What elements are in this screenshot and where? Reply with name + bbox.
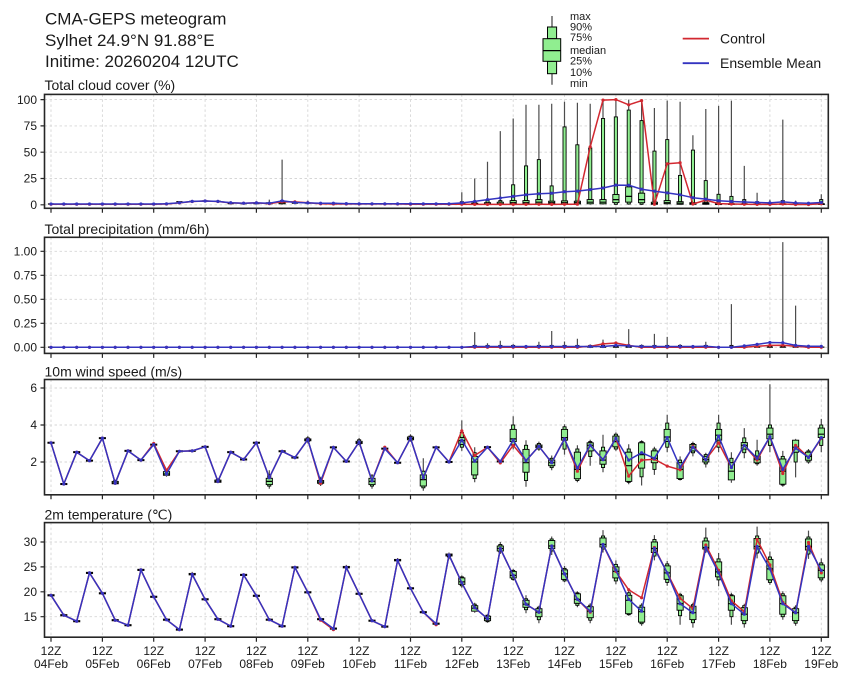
svg-text:16Feb: 16Feb: [650, 657, 684, 671]
svg-text:CMA-GEPS meteogram: CMA-GEPS meteogram: [45, 9, 226, 28]
svg-text:07Feb: 07Feb: [188, 657, 222, 671]
svg-text:12Z: 12Z: [708, 644, 729, 658]
svg-text:100: 100: [17, 93, 37, 107]
svg-text:12Z: 12Z: [246, 644, 267, 658]
svg-text:06Feb: 06Feb: [137, 657, 171, 671]
svg-text:12Z: 12Z: [41, 644, 62, 658]
svg-text:0.25: 0.25: [14, 317, 38, 331]
svg-text:12Feb: 12Feb: [445, 657, 479, 671]
svg-text:19Feb: 19Feb: [804, 657, 838, 671]
svg-text:Total cloud cover (%): Total cloud cover (%): [45, 77, 176, 93]
svg-text:09Feb: 09Feb: [291, 657, 325, 671]
svg-text:0.00: 0.00: [14, 341, 38, 355]
svg-text:75%: 75%: [570, 32, 592, 44]
svg-text:25: 25: [24, 560, 38, 574]
svg-text:10m wind speed (m/s): 10m wind speed (m/s): [45, 363, 183, 379]
svg-text:12Z: 12Z: [606, 644, 627, 658]
svg-text:2: 2: [30, 455, 37, 469]
svg-text:10Feb: 10Feb: [342, 657, 376, 671]
svg-text:05Feb: 05Feb: [85, 657, 119, 671]
svg-text:12Z: 12Z: [451, 644, 472, 658]
svg-text:Total precipitation (mm/6h): Total precipitation (mm/6h): [45, 221, 210, 237]
svg-text:12Z: 12Z: [554, 644, 575, 658]
svg-text:12Z: 12Z: [657, 644, 678, 658]
svg-text:Ensemble Mean: Ensemble Mean: [720, 55, 821, 71]
svg-text:Sylhet 24.9°N 91.88°E: Sylhet 24.9°N 91.88°E: [45, 31, 215, 50]
svg-text:50: 50: [24, 145, 38, 159]
svg-text:min: min: [570, 78, 588, 90]
svg-text:25%: 25%: [570, 56, 592, 68]
svg-text:12Z: 12Z: [811, 644, 832, 658]
svg-text:17Feb: 17Feb: [702, 657, 736, 671]
svg-text:04Feb: 04Feb: [34, 657, 68, 671]
svg-text:12Z: 12Z: [349, 644, 370, 658]
svg-text:4: 4: [30, 418, 37, 432]
svg-text:12Z: 12Z: [195, 644, 216, 658]
svg-text:0.75: 0.75: [14, 269, 38, 283]
svg-text:12Z: 12Z: [400, 644, 421, 658]
svg-text:0.50: 0.50: [14, 293, 38, 307]
svg-text:0: 0: [30, 198, 37, 212]
svg-text:Control: Control: [720, 30, 765, 46]
svg-text:25: 25: [24, 172, 38, 186]
svg-text:15: 15: [24, 610, 38, 624]
svg-text:13Feb: 13Feb: [496, 657, 530, 671]
svg-text:11Feb: 11Feb: [394, 657, 427, 671]
svg-text:12Z: 12Z: [503, 644, 524, 658]
svg-text:75: 75: [24, 119, 38, 133]
svg-text:30: 30: [24, 535, 38, 549]
svg-text:14Feb: 14Feb: [547, 657, 581, 671]
svg-text:12Z: 12Z: [92, 644, 113, 658]
svg-text:18Feb: 18Feb: [753, 657, 787, 671]
svg-text:08Feb: 08Feb: [239, 657, 273, 671]
svg-text:12Z: 12Z: [143, 644, 164, 658]
svg-text:10%: 10%: [570, 67, 592, 79]
svg-text:20: 20: [24, 585, 38, 599]
svg-text:15Feb: 15Feb: [599, 657, 633, 671]
svg-text:12Z: 12Z: [297, 644, 318, 658]
svg-text:Initime: 20260204 12UTC: Initime: 20260204 12UTC: [45, 52, 239, 71]
svg-text:1.00: 1.00: [14, 245, 38, 259]
svg-text:6: 6: [30, 381, 37, 395]
svg-text:2m temperature (℃): 2m temperature (℃): [45, 506, 173, 522]
svg-text:12Z: 12Z: [760, 644, 781, 658]
